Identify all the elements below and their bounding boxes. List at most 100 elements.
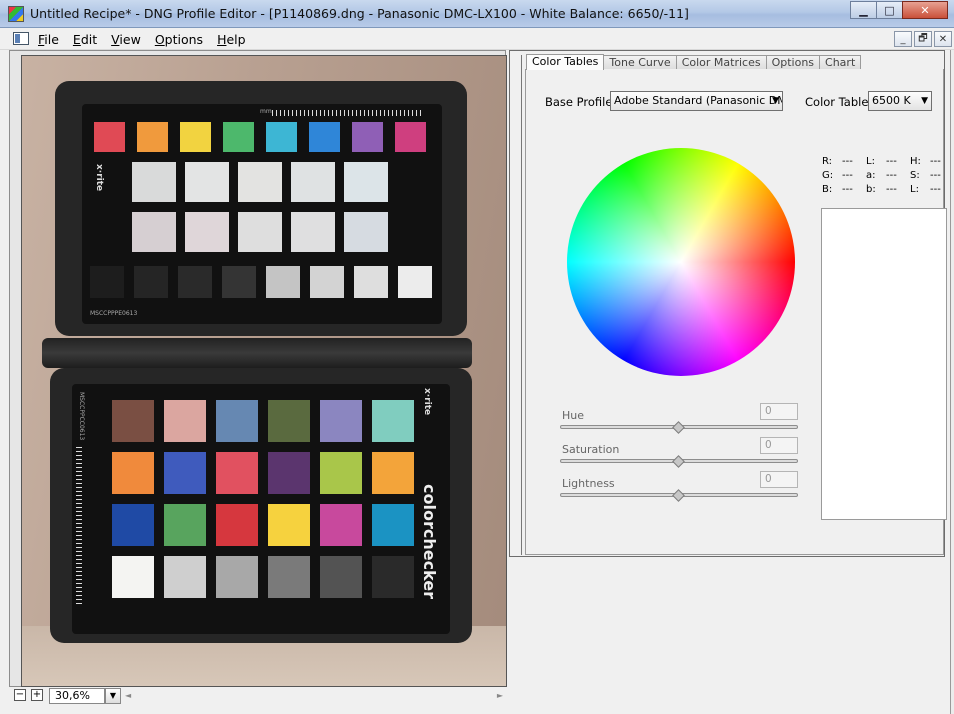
color-wheel[interactable] xyxy=(567,148,795,376)
color-patch xyxy=(180,122,211,152)
readout-value-lab-b: --- xyxy=(886,184,897,195)
tab-color-tables[interactable]: Color Tables xyxy=(526,54,605,70)
menu-file[interactable]: File xyxy=(38,32,59,47)
doc-restore-button[interactable]: 🗗 xyxy=(914,31,932,47)
color-patch xyxy=(216,452,258,494)
checker-bottom-card: x·rite colorchecker MSCCPPCC0613 xyxy=(50,368,472,643)
preview-image[interactable]: mm x·rite MSCCPPPE0613 x·rite colorcheck… xyxy=(21,55,507,687)
color-patch xyxy=(132,212,176,252)
menu-options[interactable]: Options xyxy=(155,32,203,47)
color-patch xyxy=(112,400,154,442)
hue-label: Hue xyxy=(562,409,585,422)
readout-key-s: S: xyxy=(910,170,920,181)
minimize-button[interactable]: ▁ xyxy=(850,1,877,19)
scroll-right-arrow[interactable]: ► xyxy=(497,691,503,700)
tab-tone-curve[interactable]: Tone Curve xyxy=(603,55,677,70)
color-patch xyxy=(90,266,124,298)
lightness-slider-thumb[interactable] xyxy=(672,489,685,502)
color-patch xyxy=(268,400,310,442)
readout-key-h: H: xyxy=(910,156,921,167)
window-edge xyxy=(950,50,954,714)
color-patch xyxy=(112,556,154,598)
color-patch xyxy=(266,266,300,298)
menu-view[interactable]: View xyxy=(111,32,141,47)
color-table-select[interactable]: 6500 K ▼ xyxy=(868,91,932,111)
readout-key-b: B: xyxy=(822,184,833,195)
base-profile-select[interactable]: Adobe Standard (Panasonic DM ▼ xyxy=(610,91,783,111)
color-table-value: 6500 K xyxy=(872,94,911,107)
tab-chart[interactable]: Chart xyxy=(819,55,862,70)
color-patch xyxy=(309,122,340,152)
color-patch xyxy=(372,504,414,546)
zoom-in-button[interactable]: + xyxy=(31,689,43,701)
color-patch xyxy=(216,400,258,442)
color-tables-content: Base Profile: Adobe Standard (Panasonic … xyxy=(525,69,947,555)
checker-hinge xyxy=(42,338,472,368)
color-patch xyxy=(398,266,432,298)
readout-key-lab-l: L: xyxy=(866,156,875,167)
menu-bar: File Edit View Options Help _ 🗗 ✕ xyxy=(0,28,954,50)
maximize-button[interactable]: □ xyxy=(876,1,903,19)
color-patch xyxy=(395,122,426,152)
saturation-label: Saturation xyxy=(562,443,620,456)
color-patch xyxy=(344,162,388,202)
readout-value-lab-l: --- xyxy=(886,156,897,167)
readout-value-a: --- xyxy=(886,170,897,181)
panel-splitter[interactable] xyxy=(521,55,522,555)
readout-value-b: --- xyxy=(842,184,853,195)
tab-color-matrices[interactable]: Color Matrices xyxy=(675,55,767,70)
color-patch xyxy=(112,452,154,494)
window-title: Untitled Recipe* - DNG Profile Editor - … xyxy=(30,6,689,21)
color-patch xyxy=(94,122,125,152)
color-patch xyxy=(291,212,335,252)
readout-key-g: G: xyxy=(822,170,834,181)
saturation-value-field[interactable]: 0 xyxy=(760,437,798,454)
doc-close-button[interactable]: ✕ xyxy=(934,31,952,47)
color-patch xyxy=(238,212,282,252)
color-table-list[interactable] xyxy=(821,208,947,520)
color-patch xyxy=(164,504,206,546)
lightness-value-field[interactable]: 0 xyxy=(760,471,798,488)
readout-value-r: --- xyxy=(842,156,853,167)
document-window-icon[interactable] xyxy=(13,32,29,45)
color-patch xyxy=(223,122,254,152)
title-bar[interactable]: Untitled Recipe* - DNG Profile Editor - … xyxy=(0,0,954,28)
readout-row: G: --- a: --- S: --- xyxy=(822,170,952,184)
readout-key-a: a: xyxy=(866,170,876,181)
tab-options[interactable]: Options xyxy=(765,55,821,70)
document-window-controls: _ 🗗 ✕ xyxy=(894,31,952,47)
close-button[interactable]: ✕ xyxy=(902,1,948,19)
readout-row: R: --- L: --- H: --- xyxy=(822,156,952,170)
color-patch xyxy=(216,504,258,546)
color-patch xyxy=(238,162,282,202)
readout-key-hsl-l: L: xyxy=(910,184,919,195)
color-patch xyxy=(222,266,256,298)
hue-value-field[interactable]: 0 xyxy=(760,403,798,420)
zoom-dropdown-button[interactable]: ▼ xyxy=(105,688,121,704)
color-patch xyxy=(320,556,362,598)
color-patch xyxy=(216,556,258,598)
zoom-out-button[interactable]: − xyxy=(14,689,26,701)
side-ruler xyxy=(76,444,82,604)
scroll-left-arrow[interactable]: ◄ xyxy=(125,691,131,700)
bottom-card-code: MSCCPPCC0613 xyxy=(78,392,85,441)
app-icon[interactable] xyxy=(8,6,24,22)
color-patch xyxy=(320,452,362,494)
zoom-level-field[interactable]: 30,6% xyxy=(49,688,105,704)
color-patch xyxy=(266,122,297,152)
readout-key-r: R: xyxy=(822,156,833,167)
color-patch xyxy=(344,212,388,252)
color-patch xyxy=(268,452,310,494)
menu-help[interactable]: Help xyxy=(217,32,246,47)
horizontal-scrollbar[interactable]: ◄ ► xyxy=(125,691,503,701)
menu-edit[interactable]: Edit xyxy=(73,32,97,47)
editor-panel: Color Tables Tone Curve Color Matrices O… xyxy=(509,50,947,557)
image-view[interactable]: mm x·rite MSCCPPPE0613 x·rite colorcheck… xyxy=(9,50,507,687)
color-patch xyxy=(164,452,206,494)
saturation-slider-thumb[interactable] xyxy=(672,455,685,468)
top-card-code: MSCCPPPE0613 xyxy=(90,310,138,317)
color-patch xyxy=(372,556,414,598)
top-brand-logo: x·rite xyxy=(94,164,104,192)
hue-slider-thumb[interactable] xyxy=(672,421,685,434)
doc-minimize-button[interactable]: _ xyxy=(894,31,912,47)
